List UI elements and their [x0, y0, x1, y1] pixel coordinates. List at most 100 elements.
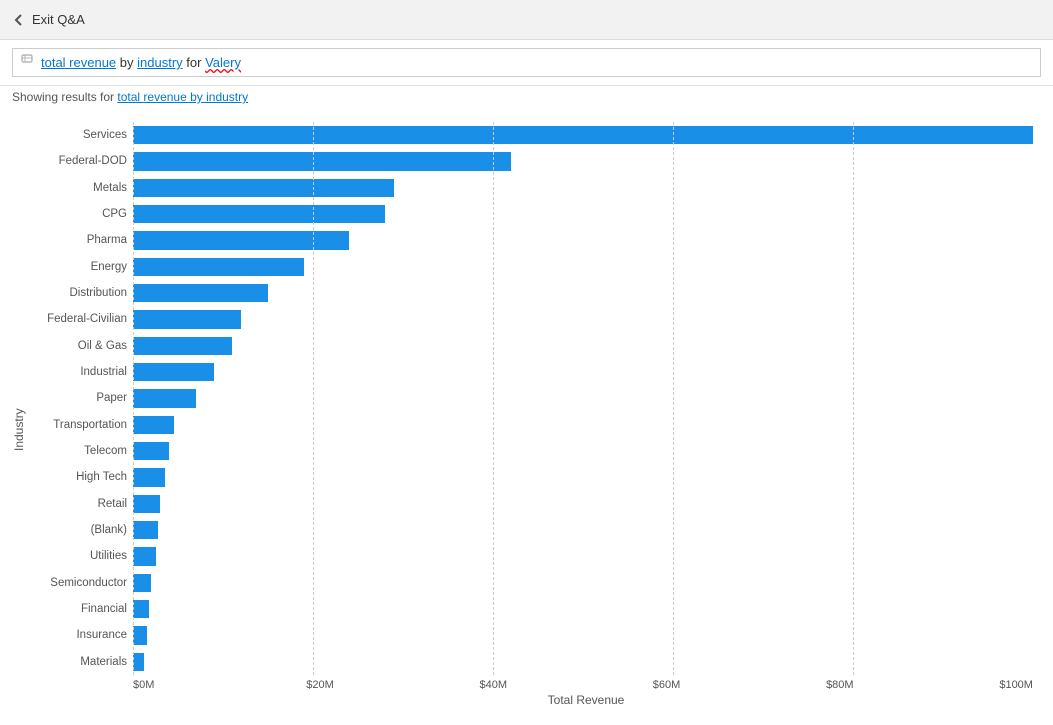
bar-row: Pharma — [28, 227, 1033, 253]
bar-track — [133, 574, 1033, 592]
query-total-revenue: total revenue — [41, 55, 116, 70]
bar-row: Retail — [28, 491, 1033, 517]
bar-label: Financial — [28, 603, 133, 615]
bar-fill — [133, 126, 1033, 144]
bar-track — [133, 284, 1033, 302]
bar-track — [133, 416, 1033, 434]
bar-row: CPG — [28, 201, 1033, 227]
bar-fill — [133, 468, 165, 486]
header: Exit Q&A — [0, 0, 1053, 40]
bar-row: Insurance — [28, 622, 1033, 648]
bar-label: Federal-Civilian — [28, 313, 133, 325]
bar-track — [133, 547, 1033, 565]
bar-label: (Blank) — [28, 524, 133, 536]
bar-fill — [133, 231, 349, 249]
bar-label: High Tech — [28, 471, 133, 483]
bar-row: Transportation — [28, 412, 1033, 438]
bar-fill — [133, 600, 149, 618]
bar-label: Federal-DOD — [28, 155, 133, 167]
bar-fill — [133, 258, 304, 276]
bar-fill — [133, 310, 241, 328]
bars-and-grid: Services Federal-DOD Metals CPG Pharma Energy… — [28, 122, 1033, 675]
query-by: by — [120, 55, 137, 70]
results-info: Showing results for total revenue by ind… — [0, 86, 1053, 112]
bar-label: Pharma — [28, 234, 133, 246]
bar-label: Metals — [28, 182, 133, 194]
bars-container: Services Federal-DOD Metals CPG Pharma Energy… — [28, 122, 1033, 675]
chart-area: Industry Services Federal-DOD Metals CPG Pha… — [0, 112, 1053, 717]
bar-label: Oil & Gas — [28, 340, 133, 352]
bar-row: Paper — [28, 385, 1033, 411]
bar-label: Distribution — [28, 287, 133, 299]
bar-track — [133, 468, 1033, 486]
bar-label: Transportation — [28, 419, 133, 431]
bar-track — [133, 231, 1033, 249]
bar-track — [133, 363, 1033, 381]
bar-fill — [133, 337, 232, 355]
bar-row: Materials — [28, 649, 1033, 675]
bar-fill — [133, 389, 196, 407]
x-tick: $100M — [999, 679, 1033, 691]
x-axis-label: Total Revenue — [28, 691, 1033, 707]
bar-label: CPG — [28, 208, 133, 220]
bar-row: Semiconductor — [28, 570, 1033, 596]
bar-fill — [133, 179, 394, 197]
bar-fill — [133, 363, 214, 381]
x-axis: $0M$20M$40M$60M$80M$100M — [28, 675, 1033, 691]
bar-track — [133, 495, 1033, 513]
bar-label: Energy — [28, 261, 133, 273]
bar-row: Utilities — [28, 543, 1033, 569]
bar-track — [133, 521, 1033, 539]
back-arrow-icon — [12, 13, 26, 27]
bar-fill — [133, 521, 158, 539]
bar-track — [133, 258, 1033, 276]
x-tick: $60M — [653, 679, 826, 691]
chart-inner: Services Federal-DOD Metals CPG Pharma Energy… — [28, 122, 1033, 707]
exit-qa-label: Exit Q&A — [32, 12, 85, 27]
bar-fill — [133, 574, 151, 592]
x-tick: $80M — [826, 679, 999, 691]
bar-row: Federal-Civilian — [28, 306, 1033, 332]
bar-row: Metals — [28, 175, 1033, 201]
bar-fill — [133, 442, 169, 460]
bar-track — [133, 389, 1033, 407]
exit-qa-button[interactable]: Exit Q&A — [12, 12, 85, 27]
bar-track — [133, 442, 1033, 460]
chart-wrapper: Industry Services Federal-DOD Metals CPG Pha… — [10, 122, 1033, 707]
bar-row: Industrial — [28, 359, 1033, 385]
query-text: total revenue by industry for Valery — [41, 55, 241, 70]
bar-label: Retail — [28, 498, 133, 510]
results-link[interactable]: total revenue by industry — [117, 90, 248, 104]
bar-label: Telecom — [28, 445, 133, 457]
bar-label: Industrial — [28, 366, 133, 378]
bar-row: Distribution — [28, 280, 1033, 306]
bar-fill — [133, 495, 160, 513]
bar-row: (Blank) — [28, 517, 1033, 543]
bar-label: Materials — [28, 656, 133, 668]
bar-row: Energy — [28, 254, 1033, 280]
bar-row: Federal-DOD — [28, 148, 1033, 174]
bar-track — [133, 152, 1033, 170]
bar-fill — [133, 547, 156, 565]
bar-row: Services — [28, 122, 1033, 148]
bar-label: Paper — [28, 392, 133, 404]
bar-fill — [133, 205, 385, 223]
query-industry: industry — [137, 55, 183, 70]
bar-row: High Tech — [28, 464, 1033, 490]
bar-fill — [133, 626, 147, 644]
search-bar[interactable]: total revenue by industry for Valery — [12, 48, 1041, 77]
x-tick: $20M — [306, 679, 479, 691]
bar-fill — [133, 284, 268, 302]
bar-track — [133, 653, 1033, 671]
x-tick: $40M — [480, 679, 653, 691]
query-valery: Valery — [205, 55, 241, 70]
bar-label: Services — [28, 129, 133, 141]
query-for: for — [186, 55, 205, 70]
bar-label: Utilities — [28, 550, 133, 562]
bar-fill — [133, 416, 174, 434]
bar-track — [133, 310, 1033, 328]
bar-track — [133, 179, 1033, 197]
bar-track — [133, 126, 1033, 144]
y-axis-label: Industry — [10, 122, 28, 707]
bar-label: Insurance — [28, 629, 133, 641]
